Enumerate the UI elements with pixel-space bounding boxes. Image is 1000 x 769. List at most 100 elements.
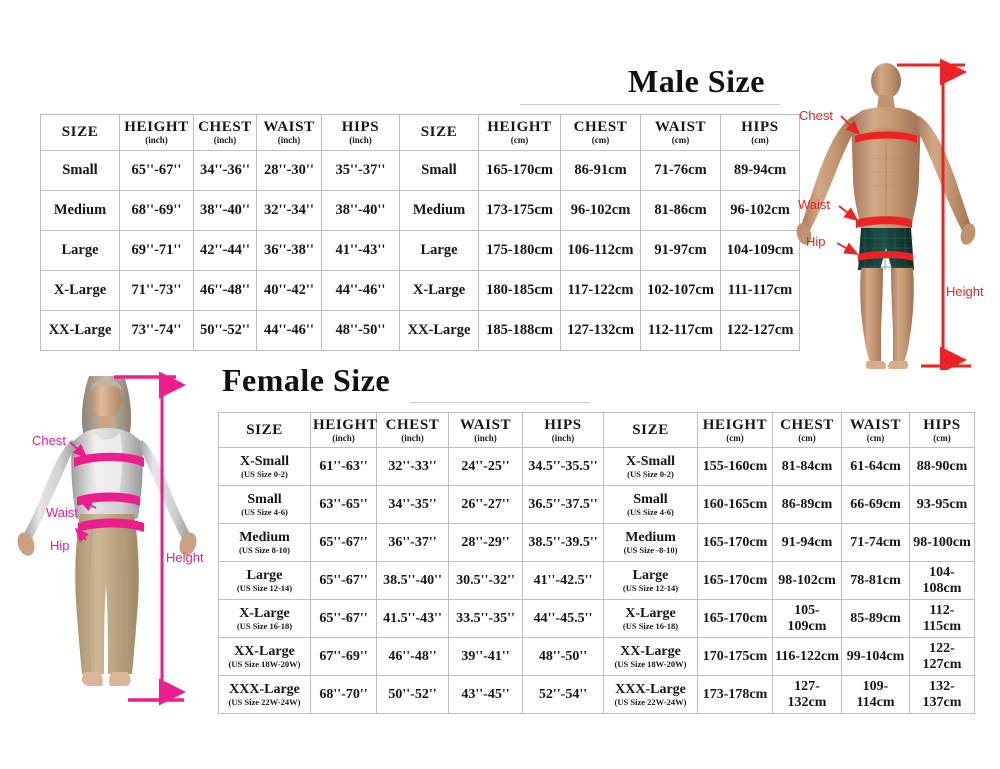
size-chart-page: Male Size SIZE HEIGHT (inch) CHEST (inch… bbox=[0, 0, 1000, 769]
header-unit: (cm) bbox=[510, 135, 529, 145]
male-cell-chest-inch: 46''-48'' bbox=[193, 270, 257, 311]
male-cell-height-cm: 185-188cm bbox=[478, 310, 561, 351]
female-cell-chest-cm: 98-102cm bbox=[772, 561, 842, 600]
female-cell-height-inch: 63''-65'' bbox=[310, 485, 377, 524]
us-size-note: (US Size -8-10) bbox=[623, 545, 678, 555]
table-row: Large (US Size 12-14) 65''-67'' 38.5''-40''… bbox=[218, 561, 975, 600]
header-unit: (inch) bbox=[474, 432, 497, 443]
male-cell-hips-inch: 38''-40'' bbox=[321, 190, 400, 231]
female-cell-size-inch: XX-Large (US Size 18W-20W) bbox=[218, 637, 311, 676]
male-cell-height-inch: 69''-71'' bbox=[119, 230, 194, 271]
female-cell-height-cm: 170-175cm bbox=[697, 637, 773, 676]
female-size-table: SIZE HEIGHT (inch) CHEST (inch) WAIST (i… bbox=[218, 412, 975, 714]
male-measurement-figure: Chest Waist Hip Height bbox=[793, 58, 1000, 370]
male-col-height-inch: HEIGHT (inch) bbox=[119, 114, 194, 151]
male-cell-hips-inch: 48''-50'' bbox=[321, 310, 400, 351]
male-cell-waist-inch: 32''-34'' bbox=[256, 190, 322, 231]
female-cell-chest-cm: 116-122cm bbox=[772, 637, 842, 676]
female-cell-chest-cm: 86-89cm bbox=[772, 485, 842, 524]
header-unit: (inch) bbox=[213, 135, 237, 145]
us-size-note: (US Size 0-2) bbox=[627, 469, 674, 479]
male-cell-height-inch: 73''-74'' bbox=[119, 310, 194, 351]
table-row: X-Large (US Size 16-18) 65''-67'' 41.5''-43… bbox=[218, 599, 975, 638]
header-label: SIZE bbox=[632, 421, 669, 438]
female-col-height-inch: HEIGHT (inch) bbox=[310, 412, 378, 448]
male-col-height-cm: HEIGHT (cm) bbox=[478, 114, 561, 151]
male-cell-chest-cm: 117-122cm bbox=[560, 270, 641, 311]
male-hip-label: Hip bbox=[806, 234, 826, 249]
female-cell-waist-inch: 26''-27'' bbox=[448, 485, 523, 524]
female-cell-waist-cm: 85-89cm bbox=[841, 599, 910, 638]
male-cell-height-inch: 71''-73'' bbox=[119, 270, 194, 311]
female-cell-hips-cm: 93-95cm bbox=[909, 485, 975, 524]
male-header-row: SIZE HEIGHT (inch) CHEST (inch) WAIST (i… bbox=[40, 114, 800, 151]
header-unit: (cm) bbox=[671, 135, 690, 145]
header-unit: (inch) bbox=[349, 135, 372, 145]
table-row: XX-Large 73''-74'' 50''-52'' 44''-46'' 48''-… bbox=[40, 310, 800, 351]
female-cell-size-inch: X-Large (US Size 16-18) bbox=[218, 599, 311, 638]
female-cell-hips-inch: 38.5''-39.5'' bbox=[522, 523, 604, 562]
size-name: Large bbox=[632, 568, 669, 583]
header-unit: (cm) bbox=[933, 432, 951, 443]
female-cell-chest-inch: 41.5''-43'' bbox=[376, 599, 449, 638]
female-waist-label: Waist bbox=[46, 505, 78, 520]
female-cell-chest-cm: 91-94cm bbox=[772, 523, 842, 562]
male-cell-hips-inch: 41''-43'' bbox=[321, 230, 400, 271]
female-cell-height-inch: 61''-63'' bbox=[310, 447, 377, 486]
male-cell-waist-cm: 102-107cm bbox=[640, 270, 721, 311]
female-cell-hips-inch: 34.5''-35.5'' bbox=[522, 447, 604, 486]
table-row: X-Small (US Size 0-2) 61''-63'' 32''-33'' 24… bbox=[218, 447, 975, 486]
us-size-note: (US Size 22W-24W) bbox=[228, 697, 301, 707]
us-size-note: (US Size 12-14) bbox=[622, 583, 679, 593]
header-unit: (inch) bbox=[401, 432, 424, 443]
header-unit: (inch) bbox=[332, 432, 355, 443]
male-cell-size-cm: Large bbox=[399, 230, 479, 271]
male-col-chest-inch: CHEST (inch) bbox=[193, 114, 257, 151]
header-label: HIPS bbox=[923, 416, 961, 433]
us-size-note: (US Size 16-18) bbox=[622, 621, 679, 631]
male-cell-hips-cm: 111-117cm bbox=[720, 270, 800, 311]
male-cell-height-inch: 68''-69'' bbox=[119, 190, 194, 231]
male-waist-label: Waist bbox=[798, 197, 830, 212]
female-cell-waist-inch: 28''-29'' bbox=[448, 523, 523, 562]
female-cell-height-cm: 173-178cm bbox=[697, 675, 773, 714]
size-name: Small bbox=[247, 492, 282, 507]
male-cell-size-cm: Medium bbox=[399, 190, 479, 231]
header-label: HEIGHT bbox=[702, 416, 768, 433]
female-cell-size-inch: XXX-Large (US Size 22W-24W) bbox=[218, 675, 311, 714]
male-col-hips-inch: HIPS (inch) bbox=[321, 114, 400, 151]
female-cell-waist-inch: 43''-45'' bbox=[448, 675, 523, 714]
female-col-chest-cm: CHEST (cm) bbox=[772, 412, 842, 448]
female-cell-hips-cm: 104-108cm bbox=[909, 561, 975, 600]
table-row: X-Large 71''-73'' 46''-48'' 40''-42'' 44''-4… bbox=[40, 270, 800, 311]
female-hip-label: Hip bbox=[50, 538, 70, 553]
male-section-title: Male Size bbox=[628, 63, 765, 99]
header-unit: (cm) bbox=[591, 135, 610, 145]
male-cell-chest-inch: 34''-36'' bbox=[193, 150, 257, 191]
female-header-row: SIZE HEIGHT (inch) CHEST (inch) WAIST (i… bbox=[218, 412, 975, 448]
female-cell-chest-inch: 36''-37'' bbox=[376, 523, 449, 562]
header-unit: (cm) bbox=[726, 432, 744, 443]
male-cell-hips-inch: 35''-37'' bbox=[321, 150, 400, 191]
female-cell-size-cm: Large (US Size 12-14) bbox=[603, 561, 698, 600]
male-cell-chest-cm: 127-132cm bbox=[560, 310, 641, 351]
female-cell-chest-inch: 46''-48'' bbox=[376, 637, 449, 676]
female-cell-size-cm: Small (US Size 4-6) bbox=[603, 485, 698, 524]
header-label: HEIGHT bbox=[313, 416, 378, 433]
header-label: CHEST bbox=[385, 416, 440, 433]
male-cell-waist-cm: 91-97cm bbox=[640, 230, 721, 271]
female-cell-size-cm: XX-Large (US Size 18W-20W) bbox=[603, 637, 698, 676]
male-col-size-cm: SIZE bbox=[399, 114, 479, 151]
size-name: Large bbox=[246, 568, 283, 583]
male-col-waist-inch: WAIST (inch) bbox=[256, 114, 322, 151]
female-cell-height-cm: 160-165cm bbox=[697, 485, 773, 524]
us-size-note: (US Size 18W-20W) bbox=[228, 659, 301, 669]
female-cell-size-inch: Medium (US Size 8-10) bbox=[218, 523, 311, 562]
female-cell-waist-cm: 66-69cm bbox=[841, 485, 910, 524]
header-label: SIZE bbox=[420, 124, 458, 140]
male-cell-height-cm: 175-180cm bbox=[478, 230, 561, 271]
female-cell-hips-inch: 44''-45.5'' bbox=[522, 599, 604, 638]
female-cell-size-cm: Medium (US Size -8-10) bbox=[603, 523, 698, 562]
table-row: Small 65''-67'' 34''-36'' 28''-30'' 35''-37'… bbox=[40, 150, 800, 191]
us-size-note: (US Size 12-14) bbox=[236, 583, 293, 593]
